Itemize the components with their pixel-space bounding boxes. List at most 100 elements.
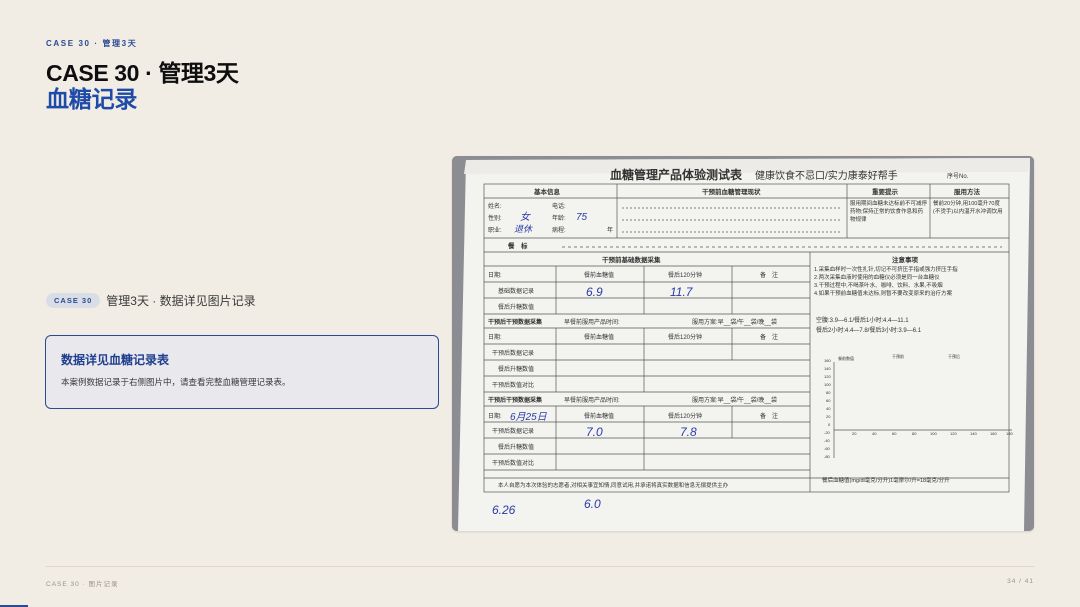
- note-4: 4.如果干预前血糖值未达标,则暂不要改变原来的治疗方案: [814, 291, 953, 297]
- tagline: CASE 30 管理3天 · 数据详见图片记录: [46, 292, 256, 309]
- eyebrow: CASE 30 · 管理3天: [46, 39, 138, 48]
- label-before-2: 餐前血糖值: [584, 333, 614, 341]
- y-tick: 120: [824, 374, 831, 379]
- y-tick: -20: [824, 430, 831, 435]
- x-tick: 140: [970, 431, 977, 436]
- label-date-2: 日期:: [488, 333, 502, 341]
- label-after-1: 餐后120分钟: [668, 271, 702, 279]
- y-tick: -60: [824, 446, 831, 451]
- x-tick: 180: [1006, 431, 1013, 436]
- x-tick: 60: [892, 431, 897, 436]
- usage-text: 餐前20分钟,用100毫升70度(不烫手)以内温开水冲调饮用: [933, 201, 1003, 215]
- hw-base-before: 6.9: [586, 285, 603, 299]
- hw-gender: 女: [520, 211, 531, 223]
- note-2: 2.两次采集血液时使用的血糖仪必须是同一台血糖仪: [814, 275, 940, 281]
- hw-bottom-left: 6.26: [492, 503, 516, 517]
- serial-label: 序号No.: [947, 172, 969, 180]
- label-name: 姓名:: [488, 202, 502, 210]
- x-tick: 160: [990, 431, 997, 436]
- label-compare-3: 干预后数值对比: [492, 459, 534, 467]
- glucose-record-photo: 血糖管理产品体验测试表 健康饮食不忌口/实力康泰好帮手 序号No. 基本信息 干…: [452, 156, 1034, 531]
- label-remark-3: 备 注: [760, 412, 778, 420]
- x-tick: 40: [872, 431, 877, 436]
- form-slogan: 健康饮食不忌口/实力康泰好帮手: [755, 169, 898, 182]
- legend-post: 干预后: [948, 353, 960, 359]
- hw-r3-after: 7.8: [680, 425, 697, 439]
- hw-bottom-mid: 6.0: [584, 497, 601, 511]
- x-tick: 100: [930, 431, 937, 436]
- y-tick: 20: [826, 414, 831, 419]
- case-badge: CASE 30: [46, 293, 101, 308]
- section-pre-status: 干预前血糖管理现状: [702, 187, 761, 196]
- y-tick: 60: [826, 398, 831, 403]
- y-tick: 140: [824, 366, 831, 371]
- hw-job: 退休: [514, 224, 533, 234]
- x-tick: 20: [852, 431, 857, 436]
- label-breakfast-time-1: 早餐前服用产品时间:: [564, 318, 620, 326]
- label-date-1: 日期:: [488, 271, 502, 279]
- section-usage: 服用方法: [954, 187, 981, 196]
- info-card: 数据详见血糖记录表 本案例数据记录于右侧图片中，请查看完整血糖管理记录表。: [45, 335, 439, 409]
- section-during-data-2: 干预后干预数据采集: [488, 396, 543, 404]
- label-base-record: 基础数据记录: [498, 287, 534, 295]
- tagline-text: 管理3天 · 数据详见图片记录: [106, 294, 256, 308]
- notes-list: 1.采集血样时一次性扎针,切记不可挤压手指或强力挤压手指 2.两次采集血液时使用…: [814, 266, 1006, 298]
- y-tick: 100: [824, 382, 831, 387]
- card-title: 数据详见血糖记录表: [61, 353, 170, 367]
- label-before-3: 餐前血糖值: [584, 412, 614, 420]
- form-illustration: 血糖管理产品体验测试表 健康饮食不忌口/实力康泰好帮手 序号No. 基本信息 干…: [452, 156, 1034, 531]
- label-after-2: 餐后120分钟: [668, 333, 702, 341]
- y-tick: 80: [826, 390, 831, 395]
- section-basic-info: 基本信息: [533, 187, 561, 196]
- label-remark-1: 备 注: [760, 271, 778, 279]
- label-age: 年龄:: [552, 214, 566, 222]
- label-rise-3: 餐后升糖数值: [498, 443, 534, 451]
- y-tick: 160: [824, 358, 831, 363]
- label-after-3: 餐后120分钟: [668, 412, 702, 420]
- section-notes: 注意事项: [892, 255, 919, 264]
- label-during-record-3: 干预后数据记录: [492, 427, 534, 435]
- y-tick: -40: [824, 438, 831, 443]
- label-phone: 电话:: [552, 202, 566, 210]
- legend-before-meal: 餐前数值: [838, 355, 854, 361]
- footer-label: CASE 30 · 图片记录: [46, 581, 119, 588]
- label-before-1: 餐前血糖值: [584, 271, 614, 279]
- page-subtitle: 血糖记录: [46, 86, 138, 112]
- range-1: 空腹:3.9—6.1/餐后1小时:4.4—11.1: [816, 316, 909, 324]
- consent-text: 本人自愿为本次体验的志愿者,对相关事宜知情,同意试用,并承诺将真实数据和信息无偿…: [498, 481, 729, 489]
- form-title: 血糖管理产品体验测试表: [610, 167, 743, 182]
- y-tick: 40: [826, 406, 831, 411]
- label-plan-2: 服用方案:早__袋/午__袋/晚__袋: [692, 396, 777, 404]
- unit-text: 餐后血糖值(mg/dl毫克/分升)1毫摩尔/升=18毫克/分升: [822, 476, 950, 484]
- page-counter: 34 / 41: [1007, 578, 1034, 585]
- y-tick: -80: [824, 454, 831, 459]
- label-year: 年: [607, 226, 613, 234]
- label-job: 职业:: [488, 226, 502, 234]
- label-rise-2: 餐后升糖数值: [498, 365, 534, 373]
- label-breakfast-time-2: 早餐前服用产品时间:: [564, 396, 620, 404]
- section-key-tips: 重要提示: [872, 187, 899, 196]
- hw-age: 75: [576, 212, 588, 223]
- legend-pre: 干预前: [892, 353, 904, 359]
- label-gender: 性别:: [488, 214, 502, 222]
- x-tick: 80: [912, 431, 917, 436]
- hw-base-after: 11.7: [670, 285, 694, 299]
- label-date-3: 日期:: [488, 412, 502, 420]
- label-plan-1: 服用方案:早__袋/午__袋/晚__袋: [692, 318, 777, 326]
- section-base-data: 干预前基础数据采集: [602, 255, 661, 264]
- label-during-record-2: 干预后数据记录: [492, 349, 534, 357]
- footer-divider: [46, 566, 1034, 567]
- label-meal: 餐 标: [507, 241, 528, 250]
- label-rise-1: 餐后升糖数值: [498, 303, 534, 311]
- hw-date3: 6月25日: [510, 412, 548, 423]
- note-3: 3.干预过程中,不喝茶叶水、咖啡、饮料、水果,不吸烟: [814, 283, 943, 289]
- x-tick: 120: [950, 431, 957, 436]
- label-illness: 病程:: [552, 226, 566, 234]
- label-compare-2: 干预后数值对比: [492, 381, 534, 389]
- tip-text: 服用期间血糖未达标前不可减停药物;保持正常的饮食作息和药物规律: [850, 201, 928, 223]
- range-2: 餐后2小时:4.4—7.8/餐后3小时:3.9—6.1: [816, 326, 922, 334]
- hw-r3-before: 7.0: [586, 425, 603, 439]
- card-body: 本案例数据记录于右侧图片中，请查看完整血糖管理记录表。: [61, 377, 291, 387]
- label-remark-2: 备 注: [760, 333, 778, 341]
- section-during-data: 干预后干预数据采集: [488, 318, 543, 326]
